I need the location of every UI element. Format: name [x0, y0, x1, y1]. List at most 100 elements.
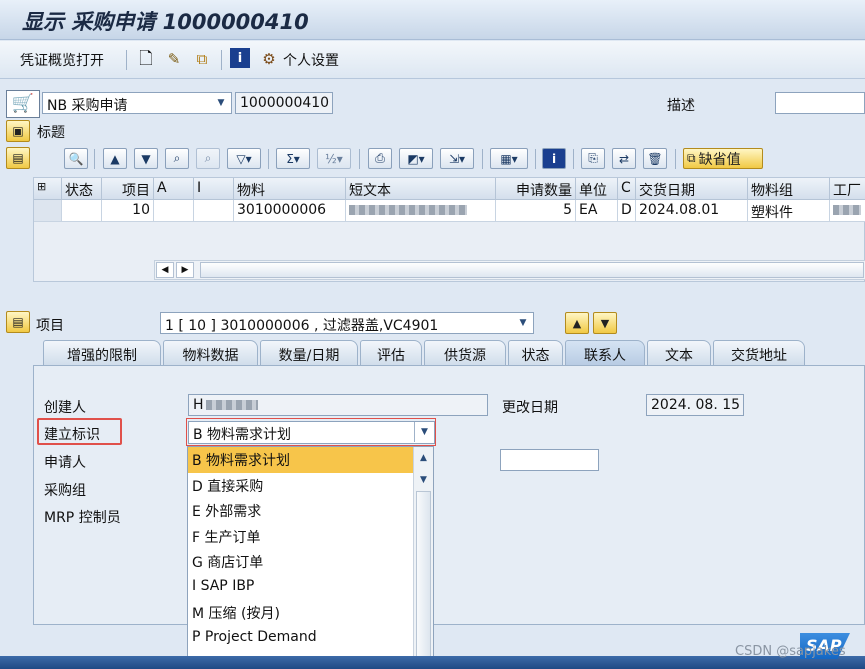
collapse-item-detail-icon[interactable]: ▤: [6, 311, 30, 333]
personal-settings-button[interactable]: 个人设置: [283, 50, 339, 70]
dropdown-option[interactable]: F 生产订单: [188, 524, 414, 550]
tab-source-of-supply[interactable]: 供货源: [424, 340, 506, 366]
column-header[interactable]: 短文本: [346, 178, 496, 200]
subtotal-icon[interactable]: ½▾: [317, 148, 351, 169]
requisitioner-field[interactable]: [500, 449, 599, 471]
chevron-down-icon[interactable]: ▼: [513, 313, 533, 333]
dropdown-option[interactable]: I SAP IBP: [188, 575, 414, 601]
find-next-icon[interactable]: ⌕: [196, 148, 220, 169]
tab-enhanced-limits[interactable]: 增强的限制: [43, 340, 161, 366]
column-header[interactable]: 物料组: [748, 178, 830, 200]
toolbar-separator: [221, 50, 222, 70]
watermark-text: CSDN @sapjakes: [735, 644, 846, 659]
cell-unit[interactable]: EA: [576, 200, 618, 222]
dropdown-option[interactable]: B 物料需求计划: [188, 447, 414, 473]
info-icon[interactable]: i: [230, 48, 250, 68]
redacted-text: [205, 400, 258, 410]
cell-item[interactable]: 10: [102, 200, 154, 222]
header-section-label: 标题: [37, 125, 65, 141]
other-document-icon[interactable]: ⧉: [191, 48, 213, 70]
detail-icon[interactable]: 🔍: [64, 148, 88, 169]
description-field[interactable]: [775, 92, 865, 114]
layout-icon[interactable]: ▦▾: [490, 148, 528, 169]
created-by-field: H: [188, 394, 488, 416]
item-select[interactable]: 1 [ 10 ] 3010000006 , 过滤器盖,VC4901 ▼: [160, 312, 534, 334]
column-header[interactable]: 申请数量: [496, 178, 576, 200]
tab-texts[interactable]: 文本: [647, 340, 711, 366]
scrollbar-thumb[interactable]: [416, 491, 431, 668]
chevron-down-icon[interactable]: ▼: [414, 422, 434, 442]
cell-a[interactable]: [154, 200, 194, 222]
created-by-label: 创建人: [44, 400, 86, 416]
split-icon[interactable]: ⇄: [612, 148, 636, 169]
column-header[interactable]: 状态: [62, 178, 102, 200]
column-header[interactable]: 交货日期: [636, 178, 748, 200]
sort-descending-icon[interactable]: ▼: [134, 148, 158, 169]
edit-pencil-icon[interactable]: ✎: [163, 48, 185, 70]
default-values-icon: ⧉: [687, 151, 696, 165]
select-all-icon[interactable]: ⊞: [34, 178, 62, 200]
column-header[interactable]: 项目: [102, 178, 154, 200]
created-by-value: H: [193, 397, 204, 413]
sum-icon[interactable]: Σ▾: [276, 148, 310, 169]
dropdown-option[interactable]: D 直接采购: [188, 473, 414, 499]
cell-i[interactable]: [194, 200, 234, 222]
scroll-up-icon[interactable]: ▲: [414, 449, 433, 467]
tab-material-data[interactable]: 物料数据: [163, 340, 258, 366]
cell-material-group[interactable]: 塑料件: [748, 200, 830, 222]
tab-valuation[interactable]: 评估: [360, 340, 422, 366]
dropdown-option[interactable]: P Project Demand: [188, 626, 414, 652]
cell-delivery-date[interactable]: 2024.08.01: [636, 200, 748, 222]
expand-header-icon[interactable]: ▣: [6, 120, 30, 142]
dropdown-option[interactable]: G 商店订单: [188, 549, 414, 575]
export-icon[interactable]: ⇲▾: [440, 148, 474, 169]
chevron-down-icon[interactable]: ▼: [211, 93, 231, 113]
cell-quantity[interactable]: 5: [496, 200, 576, 222]
document-type-select[interactable]: NB 采购申请 ▼: [42, 92, 232, 114]
change-date-field: 2024. 08. 15: [646, 394, 744, 416]
item-label: 项目: [36, 318, 64, 334]
cell-material[interactable]: 3010000006: [234, 200, 346, 222]
new-document-icon[interactable]: 🗋: [136, 48, 156, 70]
creation-indicator-select[interactable]: B 物料需求计划 ▼: [188, 421, 435, 444]
column-header[interactable]: 物料: [234, 178, 346, 200]
copy-item-icon[interactable]: ⎘: [581, 148, 605, 169]
purchasing-group-label: 采购组: [44, 483, 86, 499]
tab-contact-person[interactable]: 联系人: [565, 340, 645, 366]
print-icon[interactable]: ⎙: [368, 148, 392, 169]
scrollbar-thumb[interactable]: [200, 262, 864, 278]
document-type-value: NB 采购申请: [47, 98, 128, 114]
document-overview-button[interactable]: 凭证概览打开: [20, 50, 104, 70]
dropdown-option[interactable]: M 压缩 (按月): [188, 600, 414, 626]
scroll-left-icon[interactable]: ◀: [156, 262, 174, 278]
previous-item-icon[interactable]: ▲: [565, 312, 589, 334]
shopping-cart-icon: 🛒: [6, 90, 40, 118]
column-header[interactable]: 单位: [576, 178, 618, 200]
personal-settings-icon[interactable]: ⚙: [259, 48, 279, 70]
delete-icon[interactable]: 🗑: [643, 148, 667, 169]
column-header[interactable]: C: [618, 178, 636, 200]
row-selector[interactable]: [34, 200, 62, 222]
tab-status[interactable]: 状态: [508, 340, 563, 366]
find-icon[interactable]: ⌕: [165, 148, 189, 169]
column-header[interactable]: A: [154, 178, 194, 200]
dropdown-option[interactable]: E 外部需求: [188, 498, 414, 524]
view-icon[interactable]: ◩▾: [399, 148, 433, 169]
tab-quantity-date[interactable]: 数量/日期: [260, 340, 358, 366]
cell-short-text[interactable]: [346, 200, 496, 222]
next-item-icon[interactable]: ▼: [593, 312, 617, 334]
collapse-items-icon[interactable]: ▤: [6, 147, 30, 169]
sort-ascending-icon[interactable]: ▲: [103, 148, 127, 169]
column-header[interactable]: I: [194, 178, 234, 200]
column-header[interactable]: 工厂: [830, 178, 865, 200]
tab-delivery-address[interactable]: 交货地址: [713, 340, 805, 366]
default-values-button[interactable]: ⧉ 缺省值: [683, 148, 763, 169]
info-icon[interactable]: i: [542, 148, 566, 169]
cell-status[interactable]: [62, 200, 102, 222]
dropdown-scrollbar[interactable]: ▲ ▼: [413, 447, 433, 668]
filter-icon[interactable]: ▽▾: [227, 148, 261, 169]
scroll-down-icon[interactable]: ▼: [414, 471, 433, 489]
cell-c[interactable]: D: [618, 200, 636, 222]
scroll-right-icon[interactable]: ▶: [176, 262, 194, 278]
cell-plant[interactable]: [830, 200, 865, 222]
